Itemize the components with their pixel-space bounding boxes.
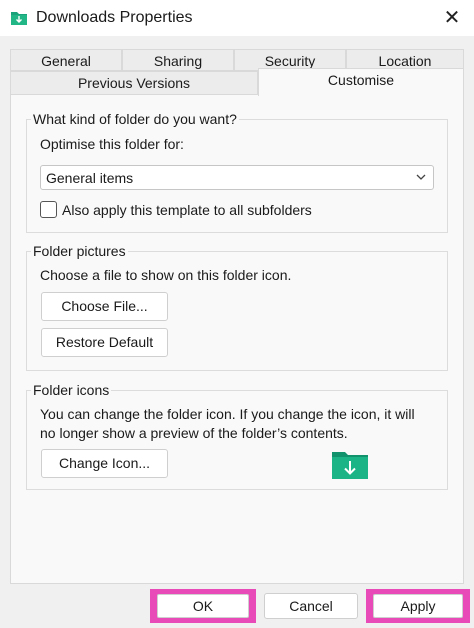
downloads-folder-preview-icon [332,452,368,479]
restore-default-button[interactable]: Restore Default [41,328,168,357]
apply-all-label[interactable]: Also apply this template to all subfolde… [62,202,312,218]
tab-customise[interactable]: Customise [258,68,464,96]
folder-icons-heading: Folder icons [33,382,110,398]
optimise-label: Optimise this folder for: [40,136,184,152]
folder-type-heading: What kind of folder do you want? [33,111,237,127]
optimise-select[interactable]: General items [40,165,434,190]
cancel-button[interactable]: Cancel [264,593,358,619]
title-bar: Downloads Properties ✕ [0,0,474,36]
apply-button[interactable]: Apply [373,594,463,618]
window-title: Downloads Properties [36,9,193,26]
folder-icons-description-line1: You can change the folder icon. If you c… [40,406,415,422]
change-icon-button[interactable]: Change Icon... [41,449,168,478]
chevron-down-icon [416,174,426,180]
folder-pictures-description: Choose a file to show on this folder ico… [40,267,292,283]
folder-pictures-heading: Folder pictures [33,243,126,259]
downloads-folder-icon [11,12,27,25]
apply-all-checkbox[interactable] [40,201,57,218]
tab-previous-versions[interactable]: Previous Versions [10,71,258,95]
close-icon: ✕ [443,7,461,29]
tab-general[interactable]: General [10,49,122,71]
choose-file-button[interactable]: Choose File... [41,292,168,321]
optimise-select-value: General items [46,170,134,186]
ok-button[interactable]: OK [157,594,249,618]
folder-icons-description-line2: no longer show a preview of the folder’s… [40,425,348,441]
close-button[interactable]: ✕ [430,0,474,36]
tab-sharing[interactable]: Sharing [122,49,234,71]
